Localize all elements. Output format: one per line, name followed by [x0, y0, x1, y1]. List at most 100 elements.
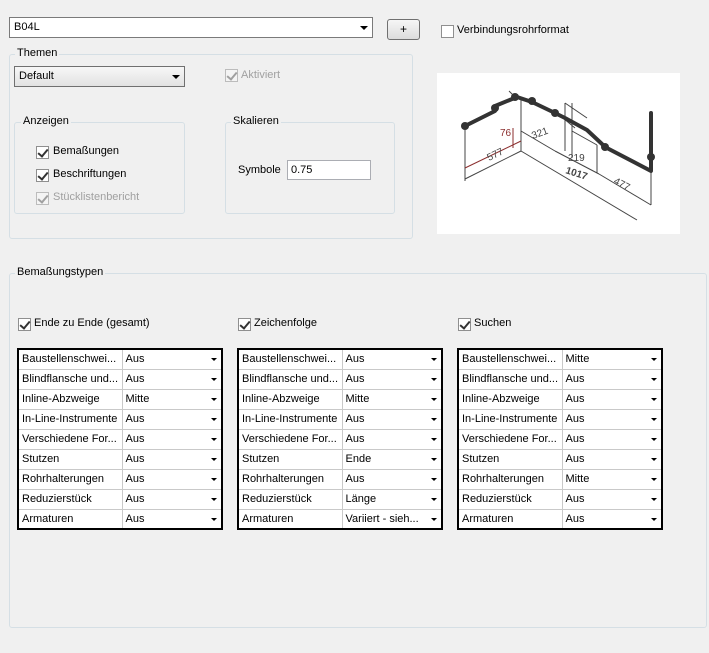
chevron-down-icon: [431, 517, 437, 521]
row-value-select[interactable]: Aus: [561, 368, 662, 390]
row-value-select[interactable]: Aus: [121, 368, 222, 390]
row-value: Variiert - sieh...: [345, 512, 419, 525]
row-value-select[interactable]: Variiert - sieh...: [341, 508, 442, 529]
table-row: Verschiedene For... Aus: [458, 428, 662, 450]
row-name: Stutzen: [238, 448, 343, 470]
table-row: Rohrhalterungen Aus: [18, 468, 222, 490]
active-checkbox[interactable]: [225, 69, 238, 82]
symbols-label: Symbole: [238, 164, 281, 176]
dimensions-label: Bemaßungen: [53, 145, 120, 157]
chevron-down-icon: [651, 358, 657, 361]
end-to-end-label: Ende zu Ende (gesamt): [34, 317, 150, 329]
row-value-select[interactable]: Aus: [341, 368, 442, 390]
table-row: Blindflansche und... Aus: [458, 368, 662, 390]
bom-checkbox[interactable]: [36, 192, 49, 205]
active-label: Aktiviert: [241, 69, 281, 81]
row-name: Rohrhalterungen: [238, 468, 343, 490]
profile-dropdown[interactable]: B04L: [9, 17, 373, 38]
table-row: Inline-Abzweige Mitte: [18, 388, 222, 410]
add-button[interactable]: +: [387, 19, 420, 40]
search-checkbox[interactable]: [458, 318, 471, 331]
theme-value: Default: [19, 70, 54, 82]
row-value-select[interactable]: Aus: [121, 488, 222, 510]
row-value: Aus: [125, 353, 145, 366]
row-name: Inline-Abzweige: [18, 388, 123, 410]
theme-dropdown[interactable]: Default: [14, 66, 185, 87]
row-value-select[interactable]: Aus: [341, 468, 442, 490]
row-value: Aus: [565, 373, 585, 385]
row-value-select[interactable]: Mitte: [561, 468, 662, 490]
row-value-select[interactable]: Aus: [121, 468, 222, 490]
row-value-select[interactable]: Aus: [341, 408, 442, 430]
row-value: Länge: [345, 493, 377, 505]
row-value: Aus: [125, 473, 145, 485]
themes-title: Themen: [15, 47, 60, 59]
row-value: Ende: [345, 453, 372, 465]
row-value-select[interactable]: Aus: [121, 448, 222, 470]
chevron-down-icon: [651, 497, 657, 501]
profile-value: B04L: [14, 21, 40, 33]
chevron-down-icon: [651, 477, 657, 481]
chevron-down-icon: [651, 437, 657, 441]
row-name: Baustellenschwei...: [18, 349, 123, 370]
table-row: Reduzierstück Aus: [458, 488, 662, 510]
table-row: Blindflansche und... Aus: [18, 368, 222, 390]
row-value: Aus: [125, 413, 145, 425]
row-value: Aus: [345, 473, 365, 485]
row-value-select[interactable]: Aus: [121, 508, 222, 529]
chevron-down-icon: [431, 477, 437, 481]
row-value-select[interactable]: Ende: [341, 448, 442, 470]
preview-dim-3: 321: [530, 126, 550, 142]
connector-format-checkbox[interactable]: [441, 25, 454, 38]
row-name: Blindflansche und...: [18, 368, 123, 390]
chevron-down-icon: [651, 397, 657, 401]
chevron-down-icon: [431, 457, 437, 461]
table-row: Reduzierstück Länge: [238, 488, 442, 510]
row-value-select[interactable]: Aus: [341, 349, 442, 370]
dimensions-checkbox[interactable]: [36, 146, 49, 159]
row-value: Mitte: [125, 393, 150, 405]
isometric-preview: 577 76 321 219 1017 477: [437, 73, 680, 234]
dimension-types-title: Bemaßungstypen: [15, 266, 106, 278]
row-name: In-Line-Instrumente: [18, 408, 123, 430]
chevron-down-icon: [211, 477, 217, 481]
row-name: In-Line-Instrumente: [238, 408, 343, 430]
table-row: Rohrhalterungen Mitte: [458, 468, 662, 490]
row-value-select[interactable]: Aus: [121, 408, 222, 430]
row-value-select[interactable]: Aus: [561, 488, 662, 510]
row-name: Verschiedene For...: [238, 428, 343, 450]
row-name: Stutzen: [458, 448, 563, 470]
row-value-select[interactable]: Aus: [561, 508, 662, 529]
scale-title: Skalieren: [231, 115, 281, 127]
row-value-select[interactable]: Aus: [121, 349, 222, 370]
row-value-select[interactable]: Länge: [341, 488, 442, 510]
row-name: Verschiedene For...: [458, 428, 563, 450]
row-value-select[interactable]: Aus: [121, 428, 222, 450]
table-row: Baustellenschwei... Mitte: [458, 349, 662, 370]
row-value: Aus: [565, 393, 585, 405]
chevron-down-icon: [651, 417, 657, 421]
row-value-select[interactable]: Mitte: [561, 349, 662, 370]
chevron-down-icon: [211, 417, 217, 421]
row-value-select[interactable]: Mitte: [341, 388, 442, 410]
table-row: Armaturen Aus: [458, 508, 662, 529]
sequence-label: Zeichenfolge: [254, 317, 317, 329]
row-name: Reduzierstück: [458, 488, 563, 510]
end-to-end-checkbox[interactable]: [18, 318, 31, 331]
row-value-select[interactable]: Aus: [341, 428, 442, 450]
row-name: Baustellenschwei...: [458, 349, 563, 370]
labels-checkbox[interactable]: [36, 169, 49, 182]
row-value-select[interactable]: Aus: [561, 388, 662, 410]
row-value-select[interactable]: Aus: [561, 408, 662, 430]
chevron-down-icon: [651, 457, 657, 461]
row-name: Armaturen: [18, 508, 123, 529]
row-value-select[interactable]: Mitte: [121, 388, 222, 410]
row-value-select[interactable]: Aus: [561, 448, 662, 470]
symbols-input[interactable]: 0.75: [287, 160, 371, 180]
sequence-checkbox[interactable]: [238, 318, 251, 331]
row-value: Mitte: [565, 353, 590, 366]
row-value: Aus: [125, 373, 145, 385]
row-value: Aus: [125, 512, 145, 525]
row-value-select[interactable]: Aus: [561, 428, 662, 450]
table-row: In-Line-Instrumente Aus: [238, 408, 442, 430]
